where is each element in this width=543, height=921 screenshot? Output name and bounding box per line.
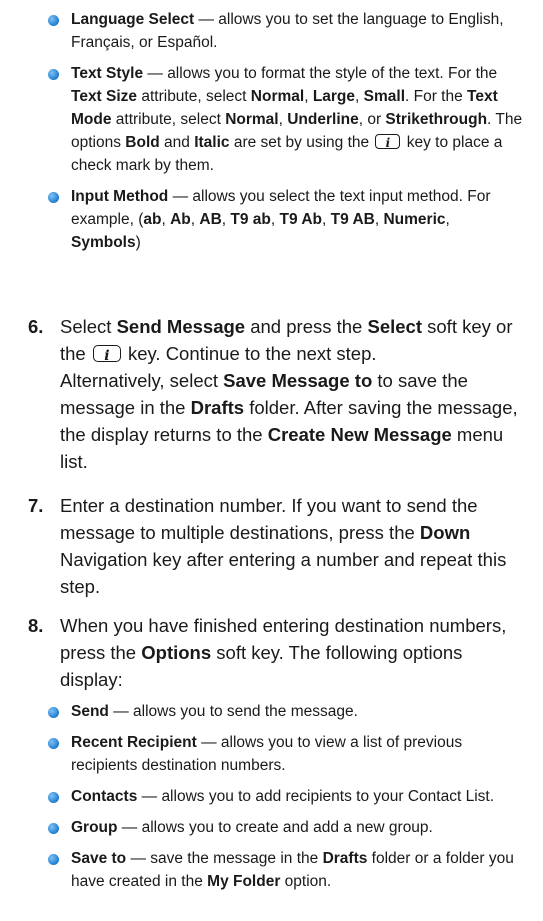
step-8: 8. When you have finished entering desti… bbox=[28, 612, 528, 693]
list-item: Recent Recipient — allows you to view a … bbox=[48, 731, 523, 777]
list-item: Text Style — allows you to format the st… bbox=[48, 62, 523, 177]
bullet-dot-icon bbox=[48, 707, 59, 718]
step-number: 7. bbox=[28, 495, 44, 516]
bullet-dot-icon bbox=[48, 69, 59, 80]
list-item: Input Method — allows you select the tex… bbox=[48, 185, 523, 254]
ok-key-icon bbox=[92, 343, 121, 370]
bullet-dot-icon bbox=[48, 792, 59, 803]
list-item: Language Select — allows you to set the … bbox=[48, 8, 523, 54]
list-item: Contacts — allows you to add recipients … bbox=[48, 785, 523, 808]
text-options-list: Language Select — allows you to set the … bbox=[48, 8, 523, 262]
step-7: 7. Enter a destination number. If you wa… bbox=[28, 492, 528, 600]
ok-key-icon bbox=[375, 132, 401, 155]
step-text: Enter a destination number. If you want … bbox=[60, 495, 507, 597]
step-text: When you have finished entering destinat… bbox=[60, 615, 507, 690]
bullet-dot-icon bbox=[48, 738, 59, 749]
step-number: 6. bbox=[28, 316, 44, 337]
bullet-dot-icon bbox=[48, 823, 59, 834]
bullet-dot-icon bbox=[48, 15, 59, 26]
step-text: Select Send Message and press the Select… bbox=[60, 313, 528, 475]
bullet-dot-icon bbox=[48, 192, 59, 203]
step-6: 6. Select Send Message and press the Sel… bbox=[28, 313, 528, 475]
list-item: Save to — save the message in the Drafts… bbox=[48, 847, 523, 893]
list-item: Group — allows you to create and add a n… bbox=[48, 816, 523, 839]
manual-page: Language Select — allows you to set the … bbox=[0, 0, 543, 921]
bullet-dot-icon bbox=[48, 854, 59, 865]
list-item: Send — allows you to send the message. bbox=[48, 700, 523, 723]
step-number: 8. bbox=[28, 615, 44, 636]
send-options-list: Send — allows you to send the message. R… bbox=[48, 700, 523, 901]
